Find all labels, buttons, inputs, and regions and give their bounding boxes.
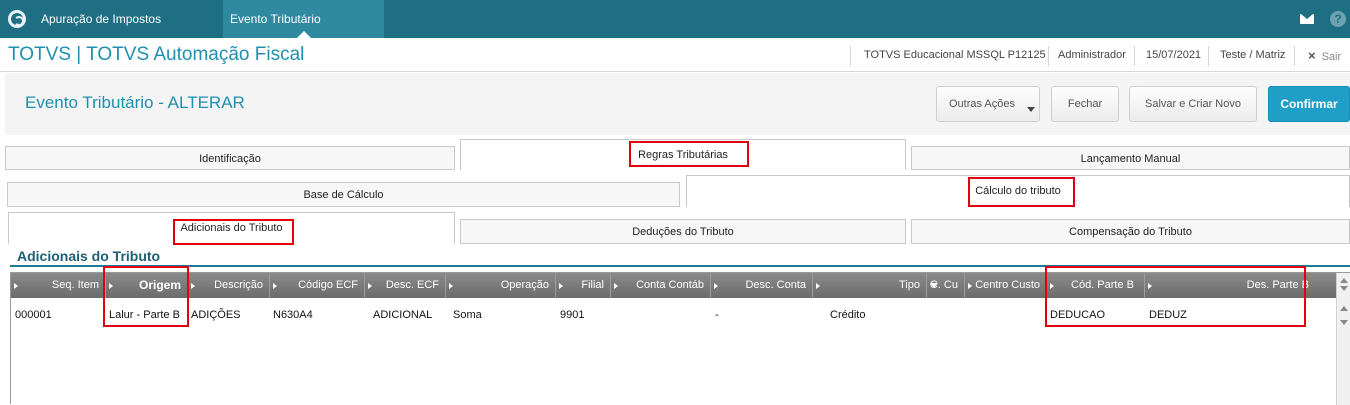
column-arrow-icon xyxy=(368,283,372,289)
divider xyxy=(1048,46,1049,66)
divider xyxy=(1294,46,1295,66)
column-header-tipo[interactable]: Tipo xyxy=(813,273,927,298)
cell-tipo: Crédito xyxy=(830,309,866,321)
vertical-scrollbar[interactable] xyxy=(1336,273,1350,405)
close-icon: × xyxy=(1308,48,1316,63)
highlight-box xyxy=(629,141,749,167)
highlight-box xyxy=(968,177,1075,207)
column-header-c-cu[interactable]: C. Cu xyxy=(927,273,965,298)
page-title: Evento Tributário - ALTERAR xyxy=(25,93,245,112)
help-icon[interactable]: ? xyxy=(1330,11,1346,27)
tab-compensacao-do-tributo[interactable]: Compensação do Tributo xyxy=(911,219,1350,244)
mail-icon[interactable] xyxy=(1300,14,1314,24)
cell-codigo-ecf: N630A4 xyxy=(273,309,313,321)
column-arrow-icon xyxy=(191,283,195,289)
divider xyxy=(1208,46,1209,66)
section-title: Adicionais do Tributo xyxy=(17,248,161,264)
totvs-logo-icon[interactable] xyxy=(8,10,26,28)
tab-base-de-calculo[interactable]: Base de Cálculo xyxy=(7,182,680,207)
confirm-button[interactable]: Confirmar xyxy=(1268,86,1350,122)
column-header-descricao[interactable]: Descrição xyxy=(188,273,270,298)
user-label: Administrador xyxy=(1058,49,1126,61)
app-header: TOTVS | TOTVS Automação Fiscal TOTVS Edu… xyxy=(0,40,1350,72)
tab-deducoes-do-tributo[interactable]: Deduções do Tributo xyxy=(460,219,906,244)
column-arrow-icon xyxy=(449,283,453,289)
logout-button[interactable]: × Sair xyxy=(1308,48,1341,63)
column-header-seq-item[interactable]: Seq. Item xyxy=(11,273,106,298)
scroll-down-icon[interactable] xyxy=(1340,286,1348,291)
environment-label: TOTVS Educacional MSSQL P12125 xyxy=(864,49,1046,61)
highlight-box xyxy=(103,266,189,327)
cell-filial: 9901 xyxy=(560,309,585,321)
scroll-up-icon[interactable] xyxy=(1340,306,1348,311)
column-header-codigo-ecf[interactable]: Código ECF xyxy=(270,273,365,298)
cell-descricao: ADIÇÕES xyxy=(191,309,241,321)
column-arrow-icon xyxy=(559,283,563,289)
cell-seq-item: 000001 xyxy=(15,309,52,321)
column-header-operacao[interactable]: Operação xyxy=(446,273,556,298)
chevron-down-icon xyxy=(1027,107,1035,112)
cell-desc-conta: - xyxy=(715,309,719,321)
tab-lancamento-manual[interactable]: Lançamento Manual xyxy=(911,146,1350,170)
column-arrow-icon xyxy=(14,283,18,289)
cell-desc-ecf: ADICIONAL xyxy=(373,309,433,321)
cell-operacao: Soma xyxy=(453,309,482,321)
highlight-box xyxy=(1045,266,1306,327)
column-header-desc-ecf[interactable]: Desc. ECF xyxy=(365,273,446,298)
highlight-box xyxy=(173,219,294,245)
logout-label: Sair xyxy=(1321,51,1342,63)
app-title: TOTVS | TOTVS Automação Fiscal xyxy=(8,44,305,65)
column-arrow-icon xyxy=(614,283,618,289)
divider xyxy=(1134,46,1135,66)
other-actions-label: Outras Ações xyxy=(948,98,1016,110)
close-button[interactable]: Fechar xyxy=(1051,86,1119,122)
column-arrow-icon xyxy=(968,283,972,289)
top-tab-bar: Apuração de Impostos [02.9.0084]× Evento… xyxy=(0,0,1350,64)
column-header-filial[interactable]: Filial xyxy=(556,273,611,298)
scroll-up-icon[interactable] xyxy=(1340,278,1348,283)
other-actions-button[interactable]: Outras Ações xyxy=(936,86,1040,122)
date-label: 15/07/2021 xyxy=(1146,49,1202,61)
tab-identificacao[interactable]: Identificação xyxy=(5,146,455,170)
column-arrow-icon xyxy=(714,283,718,289)
column-arrow-icon xyxy=(816,283,820,289)
tab-evento-tributario[interactable]: Evento Tributário [02.9.0084]× xyxy=(223,0,384,64)
column-header-desc-conta[interactable]: Desc. Conta xyxy=(711,273,813,298)
tab-apuracao-impostos[interactable]: Apuração de Impostos [02.9.0084]× xyxy=(34,0,222,64)
save-and-new-button[interactable]: Salvar e Criar Novo xyxy=(1129,86,1257,122)
scroll-down-icon[interactable] xyxy=(1340,320,1348,325)
page-header: Evento Tributário - ALTERAR Outras Ações… xyxy=(5,73,1350,135)
column-header-conta-contabil[interactable]: Conta Contáb xyxy=(611,273,711,298)
column-header-centro-custo[interactable]: Centro Custo xyxy=(965,273,1047,298)
column-arrow-icon xyxy=(273,283,277,289)
company-label: Teste / Matriz xyxy=(1220,49,1286,61)
divider xyxy=(850,46,851,66)
